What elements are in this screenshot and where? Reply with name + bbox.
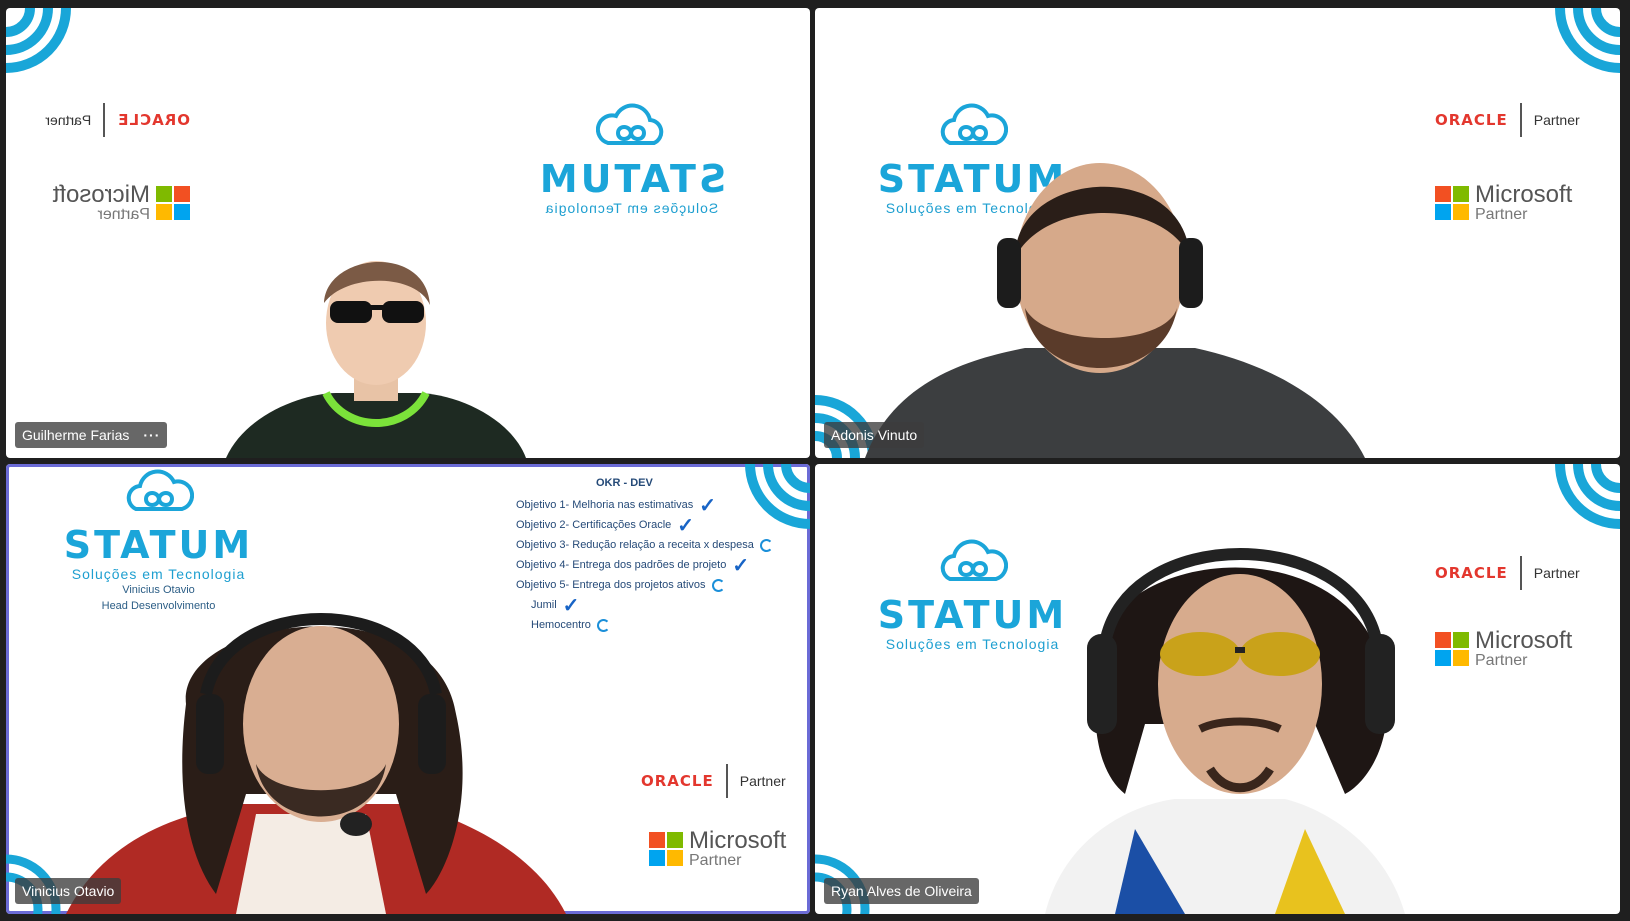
participant-name-tag: Guilherme Farias ··· [15, 422, 168, 448]
microsoft-wordmark: Microsoft [1475, 627, 1573, 654]
participant-name-tag: Ryan Alves de Oliveira [824, 878, 979, 904]
microsoft-logo-icon [649, 832, 683, 866]
participant-video-figure [226, 261, 526, 458]
loading-circle-icon [596, 618, 610, 632]
okr-item-label: Objetivo 1- Melhoria nas estimativas [516, 499, 694, 511]
okr-item: Objetivo 1- Melhoria nas estimativas ✓ [516, 494, 773, 517]
participant-name-tag: Adonis Vinuto [824, 422, 925, 448]
microsoft-partner-badge: Microsoft Partner [52, 181, 190, 223]
okr-item-label: Objetivo 3- Redução relação a receita x … [516, 539, 754, 551]
statum-wordmark: STATUM [63, 523, 254, 567]
oracle-partner-label: Partner [739, 773, 786, 789]
oracle-partner-label: Partner [1533, 112, 1580, 128]
participant-name: Guilherme Farias [22, 427, 130, 443]
statum-tagline: Soluções em Tecnologia [544, 200, 719, 216]
participant-video-figure [66, 613, 566, 914]
participant-video-figure [865, 163, 1365, 458]
oracle-partner-badge: ORACLE Partner [45, 103, 190, 137]
divider [1519, 103, 1522, 137]
oracle-partner-label: Partner [1533, 565, 1580, 581]
microsoft-partner-label: Partner [1475, 652, 1528, 669]
oracle-wordmark: ORACLE [1435, 111, 1508, 129]
okr-item-label: Objetivo 4- Entrega dos padrões de proje… [516, 559, 727, 571]
oracle-wordmark: ORACLE [641, 772, 714, 790]
participant-name-tag: Vinicius Otavio [15, 878, 122, 904]
okr-item: Objetivo 2- Certificações Oracle ✓ [516, 514, 773, 537]
microsoft-logo-icon [156, 186, 190, 220]
participant-name: Vinicius Otavio [22, 883, 115, 899]
oracle-wordmark: ORACLE [117, 111, 190, 129]
more-options-button[interactable]: ··· [143, 427, 160, 443]
video-tile-vinicius[interactable]: STATUM Soluções em Tecnologia Vinicius O… [6, 464, 810, 914]
oracle-partner-badge: ORACLE Partner [1435, 103, 1580, 137]
checkmark-icon: ✓ [732, 554, 750, 577]
okr-item: Objetivo 4- Entrega dos padrões de proje… [516, 554, 773, 577]
microsoft-partner-label: Partner [97, 206, 150, 223]
video-tile-ryan[interactable]: STATUM Soluções em Tecnologia ORACLE Par… [815, 464, 1620, 914]
checkmark-icon: ✓ [677, 514, 695, 537]
microsoft-partner-badge: Microsoft Partner [649, 829, 786, 869]
statum-logo: STATUM Soluções em Tecnologia [519, 103, 744, 216]
microsoft-wordmark: Microsoft [689, 827, 787, 854]
loading-circle-icon [759, 538, 773, 552]
microsoft-partner-label: Partner [1475, 206, 1528, 223]
divider [725, 764, 728, 798]
divider [103, 103, 106, 137]
microsoft-partner-badge: Microsoft Partner [1435, 183, 1572, 223]
video-tile-guilherme[interactable]: STATUM Soluções em Tecnologia ORACLE Par… [6, 8, 810, 458]
microsoft-partner-label: Partner [689, 852, 742, 869]
okr-item-label: Objetivo 2- Certificações Oracle [516, 519, 672, 531]
swirl-decoration-icon [1555, 8, 1620, 73]
microsoft-wordmark: Microsoft [52, 181, 150, 208]
microsoft-logo-icon [1435, 186, 1469, 220]
participant-name: Adonis Vinuto [831, 427, 918, 443]
okr-title: OKR - DEV [596, 477, 653, 489]
participant-video-figure [1045, 548, 1405, 914]
oracle-partner-label: Partner [45, 112, 92, 128]
swirl-decoration-icon [1555, 464, 1620, 529]
checkmark-icon: ✓ [699, 494, 717, 517]
divider [1519, 556, 1522, 590]
cloud-infinity-icon [596, 103, 664, 145]
microsoft-wordmark: Microsoft [1475, 181, 1573, 208]
oracle-partner-badge: ORACLE Partner [641, 764, 786, 798]
participant-name: Ryan Alves de Oliveira [831, 883, 972, 899]
cloud-infinity-icon [126, 469, 194, 511]
loading-circle-icon [711, 578, 725, 592]
video-tile-adonis[interactable]: STATUM Soluções em Tecnologia ORACLE Par… [815, 8, 1620, 458]
statum-wordmark: STATUM [536, 157, 727, 201]
